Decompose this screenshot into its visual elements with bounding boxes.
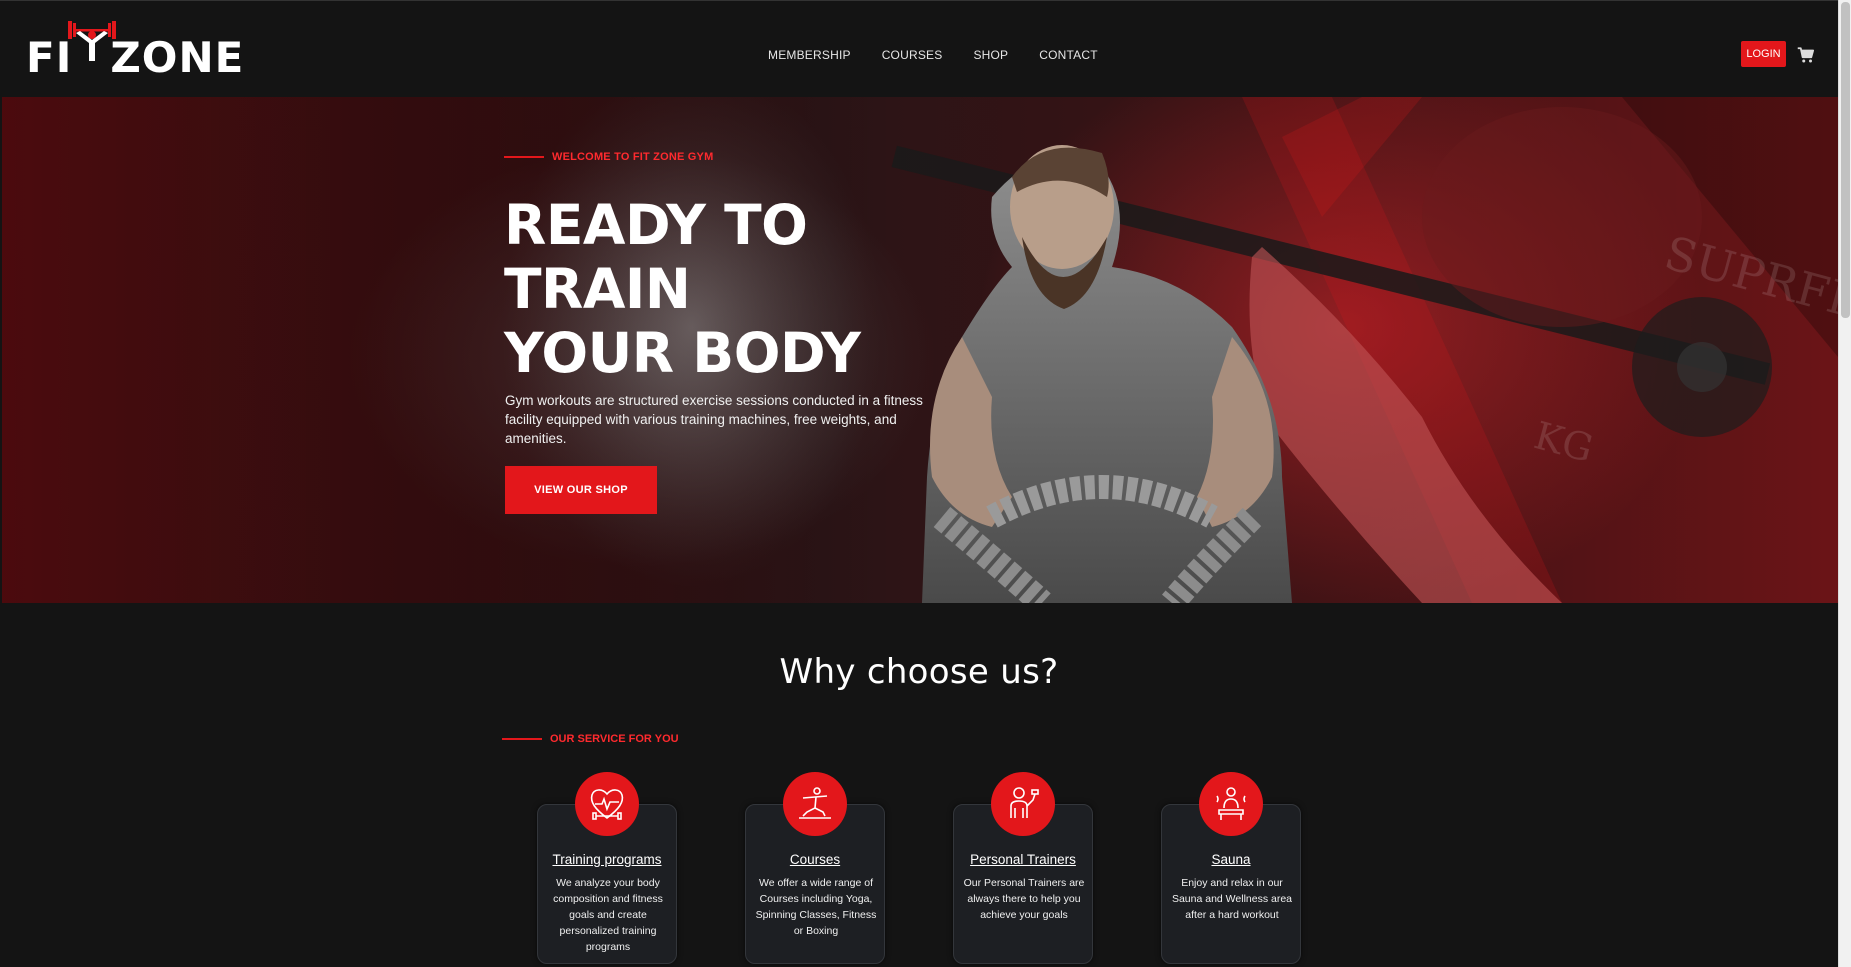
eyebrow-line [502, 738, 542, 740]
service-eyebrow: OUR SERVICE FOR YOU [502, 733, 679, 745]
why-choose-us-heading: Why choose us? [779, 652, 1059, 692]
nav-courses[interactable]: COURSES [882, 48, 943, 62]
logo-text-right: ZONE [110, 33, 245, 82]
hero-eyebrow-text: WELCOME TO FIT ZONE GYM [552, 151, 714, 163]
view-shop-button[interactable]: VIEW OUR SHOP [505, 466, 657, 514]
sauna-icon [1199, 772, 1263, 836]
shopping-cart-icon[interactable] [1797, 46, 1815, 64]
eyebrow-line [504, 156, 544, 158]
heart-dumbbell-icon [575, 772, 639, 836]
nav-membership[interactable]: MEMBERSHIP [768, 48, 851, 62]
service-title-training[interactable]: Training programs [538, 852, 676, 867]
service-title-courses[interactable]: Courses [746, 852, 884, 867]
logo-wordmark: FI ZONE [26, 37, 244, 79]
yoga-pose-icon [783, 772, 847, 836]
hero-title-line-1: READY TO [504, 193, 808, 257]
fitzone-logo[interactable]: FI ZONE [26, 21, 243, 79]
service-eyebrow-text: OUR SERVICE FOR YOU [550, 733, 679, 745]
service-title-trainers[interactable]: Personal Trainers [954, 852, 1092, 867]
main-nav: MEMBERSHIP COURSES SHOP CONTACT [768, 48, 1098, 62]
hero-title-line-2: TRAIN [504, 257, 691, 321]
barbell-figure-icon [68, 21, 116, 61]
service-title-sauna[interactable]: Sauna [1162, 852, 1300, 867]
personal-trainer-icon [991, 772, 1055, 836]
service-text-trainers: Our Personal Trainers are always there t… [963, 877, 1085, 921]
hero-section: SUPRFIT KG WELCOME TO FIT ZONE GYM READY… [2, 97, 1838, 603]
service-text-courses: We offer a wide range of Courses includi… [755, 877, 877, 937]
hero-title-line-3: YOUR BODY [504, 321, 861, 385]
page-scrollbar[interactable] [1838, 0, 1851, 967]
nav-shop[interactable]: SHOP [973, 48, 1008, 62]
service-text-sauna: Enjoy and relax in our Sauna and Wellnes… [1171, 877, 1293, 921]
nav-contact[interactable]: CONTACT [1039, 48, 1098, 62]
hero-description: Gym workouts are structured exercise ses… [505, 393, 923, 446]
svg-text:KG: KG [1530, 413, 1598, 471]
hero-title: READY TO TRAIN YOUR BODY [504, 193, 1004, 385]
site-header: FI ZONE MEMBERSHIP COURSES SHOP CONTACT L… [0, 0, 1838, 97]
service-text-training: We analyze your body composition and fit… [553, 877, 663, 953]
hero-eyebrow: WELCOME TO FIT ZONE GYM [504, 151, 713, 163]
scrollbar-thumb[interactable] [1841, 2, 1850, 318]
login-button[interactable]: LOGIN [1741, 41, 1786, 67]
